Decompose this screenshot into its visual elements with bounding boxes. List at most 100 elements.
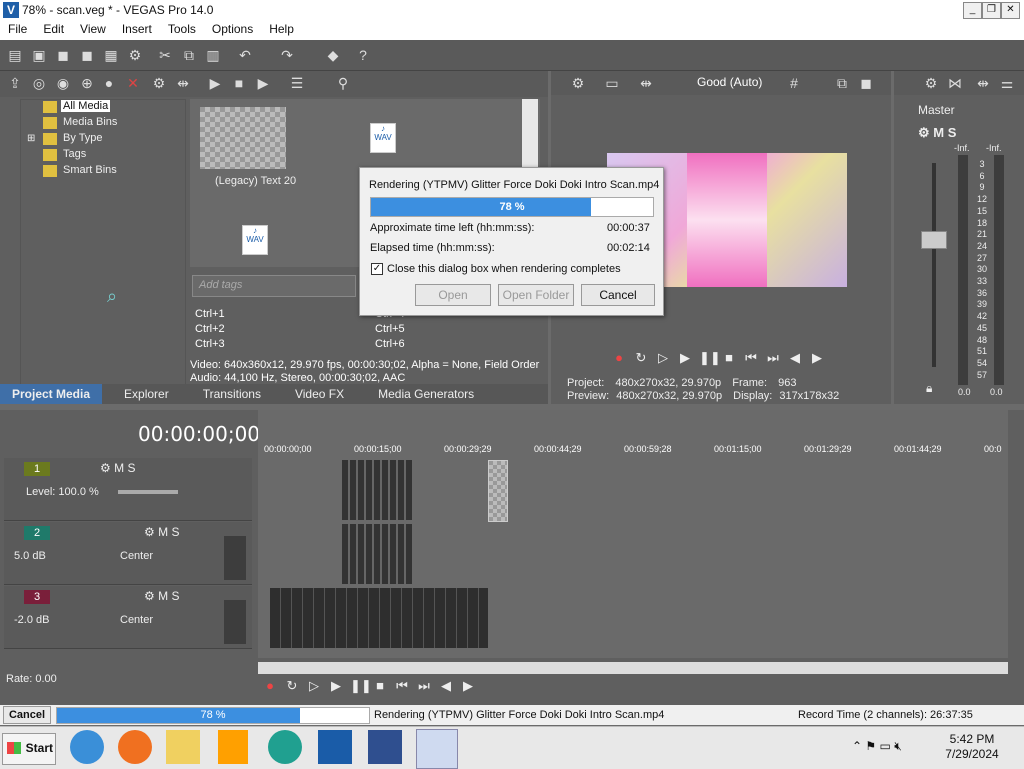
menu-edit[interactable]: Edit [35, 20, 72, 36]
internet-explorer-icon[interactable] [70, 730, 104, 764]
go-to-start-icon[interactable]: ⏮ [394, 678, 410, 694]
minimize-button[interactable]: _ [963, 2, 982, 19]
master-fx-icon[interactable]: ⋈ [946, 74, 964, 92]
play-icon[interactable]: ▶ [328, 678, 344, 694]
import-media-icon[interactable]: ⇪ [6, 74, 24, 92]
menu-view[interactable]: View [72, 20, 114, 36]
properties-gear-icon[interactable]: ⚙ [126, 46, 144, 64]
track-header-1[interactable]: 1 ⚙ M S Level: 100.0 % [4, 458, 252, 521]
audio-event-clip[interactable] [270, 588, 488, 648]
render-preview-icon[interactable]: ◆ [324, 46, 342, 64]
tree-item-tags[interactable]: Tags [63, 148, 86, 160]
wav-file-icon[interactable]: ♪ WAV [242, 225, 268, 255]
tab-media-generators[interactable]: Media Generators [356, 387, 486, 401]
copy-snapshot-icon[interactable]: ⧉ [833, 74, 851, 92]
play-icon[interactable]: ▶ [677, 350, 693, 366]
overlays-icon[interactable]: ⇹ [637, 74, 655, 92]
menu-insert[interactable]: Insert [114, 20, 160, 36]
text-event-clip[interactable] [488, 460, 508, 522]
get-media-icon[interactable]: ◉ [54, 74, 72, 92]
mute-button[interactable]: M [158, 525, 168, 539]
solo-button[interactable]: S [171, 589, 179, 603]
menu-options[interactable]: Options [204, 20, 261, 36]
wav-file-icon[interactable]: ♪ WAV [370, 123, 396, 153]
autopreview-icon[interactable]: ▶ [254, 74, 272, 92]
timeline-scrollbar[interactable] [258, 662, 1008, 674]
flag-icon[interactable]: ⚑ [865, 739, 876, 753]
menu-tools[interactable]: Tools [160, 20, 204, 36]
views-icon[interactable]: ☰ [288, 74, 306, 92]
app-icon[interactable] [268, 730, 302, 764]
search-icon[interactable]: ⚲ [334, 74, 352, 92]
firefox-icon[interactable] [118, 730, 152, 764]
volume-muted-icon[interactable]: 🔇︎ [894, 739, 902, 753]
status-cancel-button[interactable]: Cancel [3, 706, 51, 724]
file-explorer-icon[interactable] [166, 730, 200, 764]
play-icon[interactable]: ▶ [206, 74, 224, 92]
preview-quality-select[interactable]: Good (Auto) [697, 75, 762, 89]
render-cancel-button[interactable]: Cancel [581, 284, 655, 306]
open-button[interactable]: Open [415, 284, 491, 306]
stop-icon[interactable]: ■ [230, 74, 248, 92]
capture-icon[interactable]: ◎ [30, 74, 48, 92]
copy-icon[interactable]: ⧉ [180, 46, 198, 64]
cut-icon[interactable]: ✂ [156, 46, 174, 64]
tree-item-all-media[interactable]: All Media [61, 100, 111, 112]
go-to-end-icon[interactable]: ⏭ [416, 678, 432, 694]
solo-button[interactable]: S [127, 461, 135, 475]
loop-icon[interactable]: ↻ [633, 350, 649, 366]
media-player-icon[interactable] [218, 730, 248, 764]
track-header-2[interactable]: 2 ⚙ M S 5.0 dB Center [4, 522, 252, 585]
text-thumbnail[interactable] [200, 107, 286, 169]
split-icon[interactable]: ⇹ [174, 74, 192, 92]
track-header-3[interactable]: 3 ⚙ M S -2.0 dB Center [4, 586, 252, 649]
go-to-end-icon[interactable]: ⏭ [765, 350, 781, 366]
close-on-complete-checkbox[interactable]: ✓ [371, 263, 383, 275]
help-icon[interactable]: ? [354, 46, 372, 64]
tree-item-smart-bins[interactable]: Smart Bins [63, 164, 117, 176]
save-as-icon[interactable]: ◼ [78, 46, 96, 64]
fx-icon[interactable]: ⚙ [144, 525, 155, 539]
preview-settings-gear-icon[interactable]: ⚙ [569, 74, 587, 92]
clock[interactable]: 5:42 PM 7/29/2024 [940, 732, 1004, 762]
save-snapshot-icon[interactable]: ◼ [857, 74, 875, 92]
start-button[interactable]: Start [2, 733, 56, 765]
tab-video-fx[interactable]: Video FX [273, 387, 356, 401]
tree-item-by-type[interactable]: By Type [63, 132, 103, 144]
level-slider[interactable] [118, 490, 178, 494]
tree-item-media-bins[interactable]: Media Bins [63, 116, 117, 128]
pause-icon[interactable]: ❚❚ [350, 678, 372, 694]
master-mute-button[interactable]: M [933, 125, 944, 140]
redo-icon[interactable]: ↷ [278, 46, 296, 64]
go-to-start-icon[interactable]: ⏮ [743, 350, 759, 366]
undo-icon[interactable]: ↶ [236, 46, 254, 64]
next-frame-icon[interactable]: ▶ [809, 350, 825, 366]
loop-icon[interactable]: ↻ [284, 678, 300, 694]
menu-help[interactable]: Help [261, 20, 302, 36]
master-fader-handle[interactable] [921, 231, 947, 249]
paste-icon[interactable]: ▥ [204, 46, 222, 64]
tags-input[interactable]: Add tags [192, 275, 356, 297]
master-settings-gear-icon[interactable]: ⚙ [922, 74, 940, 92]
tab-project-media[interactable]: Project Media [0, 384, 103, 404]
maximize-button[interactable]: ❐ [982, 2, 1001, 19]
save-icon[interactable]: ◼ [54, 46, 72, 64]
master-solo-button[interactable]: S [948, 125, 957, 140]
video-event-clip[interactable] [342, 460, 412, 520]
compositing-icon[interactable]: ⚙ [100, 461, 111, 475]
remove-icon[interactable]: ✕ [124, 74, 142, 92]
solo-button[interactable]: S [171, 525, 179, 539]
record-icon[interactable]: ● [611, 350, 627, 366]
virtualbox-icon[interactable] [368, 730, 402, 764]
show-hidden-icon[interactable]: ⌃ [852, 739, 862, 753]
play-from-start-icon[interactable]: ▷ [306, 678, 322, 694]
media-fx-icon[interactable]: ⚙ [150, 74, 168, 92]
tab-transitions[interactable]: Transitions [181, 387, 273, 401]
stop-icon[interactable]: ■ [721, 350, 737, 366]
stop-icon[interactable]: ■ [372, 678, 388, 694]
master-mute-icon[interactable]: ⇹ [974, 74, 992, 92]
new-file-icon[interactable]: ▤ [6, 46, 24, 64]
play-from-start-icon[interactable]: ▷ [655, 350, 671, 366]
web-icon[interactable]: ⊕ [78, 74, 96, 92]
next-frame-icon[interactable]: ▶ [460, 678, 476, 694]
